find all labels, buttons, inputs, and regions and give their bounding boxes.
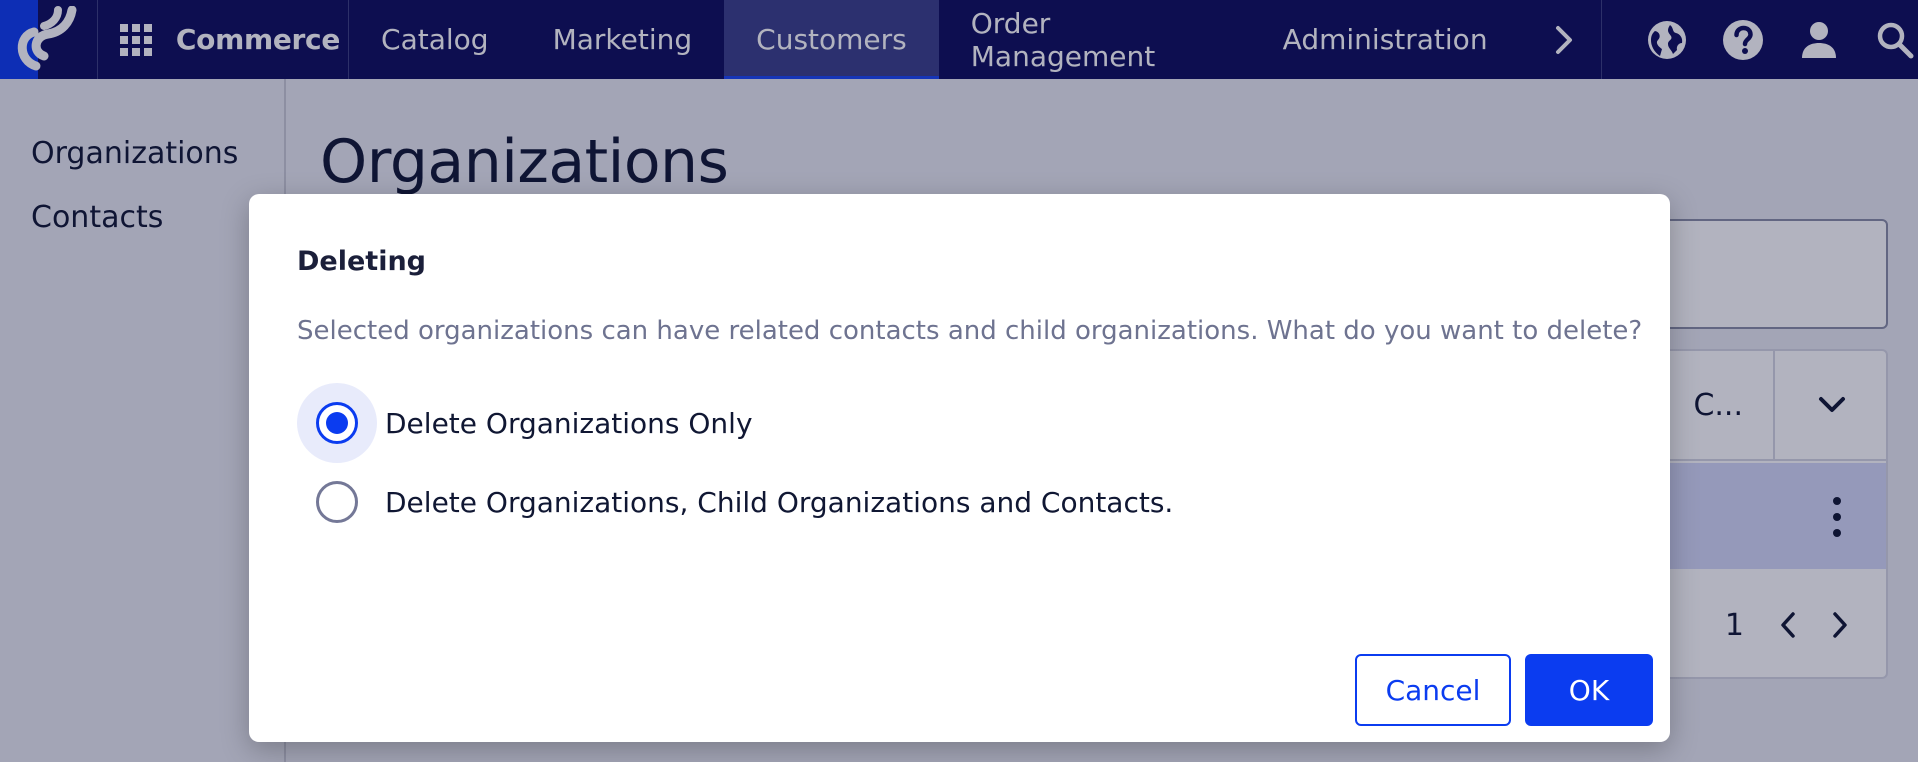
dialog-message: Selected organizations can have related … — [297, 316, 1643, 346]
radio-wrapper — [297, 462, 377, 542]
ok-button[interactable]: OK — [1525, 654, 1653, 726]
radio-button-checked[interactable] — [316, 402, 358, 444]
option-label[interactable]: Delete Organizations Only — [385, 407, 753, 440]
option-delete-organizations-only[interactable]: Delete Organizations Only — [297, 383, 753, 463]
dialog-title: Deleting — [297, 246, 427, 277]
option-delete-all-related[interactable]: Delete Organizations, Child Organization… — [297, 462, 1173, 542]
radio-button[interactable] — [316, 481, 358, 523]
delete-dialog: Deleting Selected organizations can have… — [249, 194, 1670, 742]
cancel-button[interactable]: Cancel — [1355, 654, 1511, 726]
option-label[interactable]: Delete Organizations, Child Organization… — [385, 486, 1173, 519]
radio-focus-halo — [297, 383, 377, 463]
